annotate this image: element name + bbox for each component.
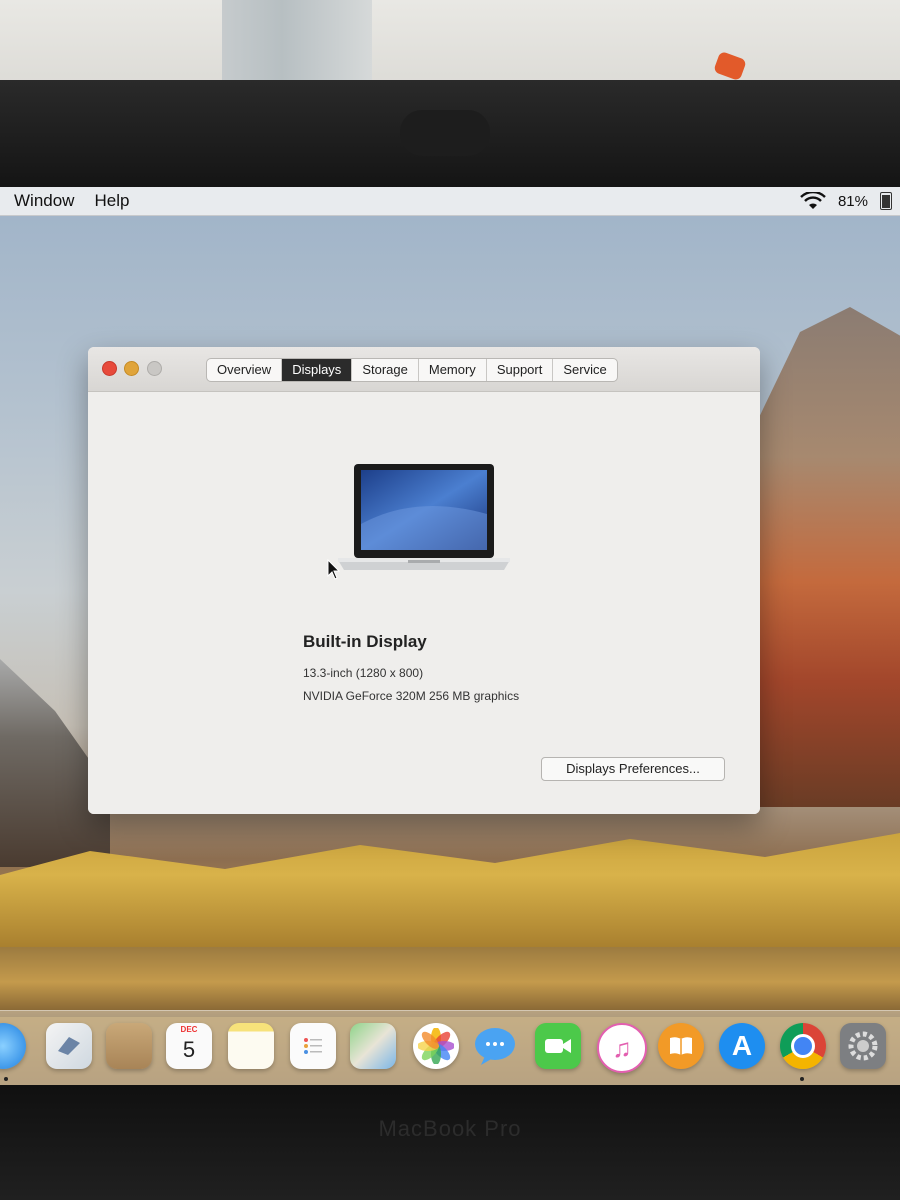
running-indicator bbox=[800, 1077, 804, 1081]
camera bbox=[400, 110, 490, 156]
tab-overview[interactable]: Overview bbox=[207, 359, 283, 381]
battery-percent[interactable]: 81% bbox=[838, 193, 868, 210]
tab-storage[interactable]: Storage bbox=[352, 359, 419, 381]
displays-preferences-button[interactable]: Displays Preferences... bbox=[541, 757, 725, 781]
calendar-icon[interactable]: DEC 5 bbox=[166, 1023, 212, 1069]
messages-icon[interactable] bbox=[473, 1023, 519, 1069]
calendar-day: 5 bbox=[182, 1037, 196, 1062]
tab-service[interactable]: Service bbox=[553, 359, 616, 381]
menu-bar: Window Help 81% bbox=[0, 187, 900, 216]
macbook-display-icon bbox=[338, 464, 510, 570]
window-titlebar[interactable]: Overview Displays Storage Memory Support… bbox=[88, 347, 760, 392]
ibooks-icon[interactable] bbox=[658, 1023, 704, 1069]
contacts-icon[interactable] bbox=[106, 1023, 152, 1069]
reminders-icon[interactable] bbox=[290, 1023, 336, 1069]
tab-support[interactable]: Support bbox=[487, 359, 554, 381]
chrome-icon[interactable] bbox=[780, 1023, 826, 1069]
brand-label: MacBook Pro bbox=[378, 1116, 522, 1141]
laptop-bezel-bottom bbox=[0, 1085, 900, 1200]
displays-panel: Built-in Display 13.3-inch (1280 x 800) … bbox=[88, 392, 760, 814]
system-preferences-icon[interactable] bbox=[840, 1023, 886, 1069]
background-door bbox=[222, 0, 372, 80]
menu-help[interactable]: Help bbox=[94, 191, 129, 211]
about-this-mac-window: Overview Displays Storage Memory Support… bbox=[88, 347, 760, 814]
photos-icon[interactable] bbox=[413, 1023, 459, 1069]
itunes-icon[interactable]: ♫ bbox=[597, 1023, 647, 1073]
mouse-cursor-icon bbox=[327, 559, 341, 580]
menu-extras: 81% bbox=[800, 187, 892, 215]
tab-memory[interactable]: Memory bbox=[419, 359, 487, 381]
minimize-button[interactable] bbox=[124, 361, 139, 376]
dock: DEC 5 ♫ A bbox=[0, 1010, 900, 1085]
battery-icon[interactable] bbox=[880, 192, 892, 210]
safari-icon[interactable] bbox=[0, 1023, 26, 1069]
close-button[interactable] bbox=[102, 361, 117, 376]
wifi-icon[interactable] bbox=[800, 192, 826, 210]
tab-displays[interactable]: Displays bbox=[282, 359, 353, 381]
display-title: Built-in Display bbox=[303, 632, 427, 651]
calendar-month: DEC bbox=[180, 1025, 198, 1034]
wallpaper-trees bbox=[0, 833, 900, 947]
running-indicator bbox=[4, 1077, 8, 1081]
wallpaper-lake bbox=[0, 947, 900, 1017]
menu-window[interactable]: Window bbox=[14, 191, 74, 211]
background-object bbox=[713, 50, 747, 82]
display-graphics: NVIDIA GeForce 320M 256 MB graphics bbox=[303, 689, 520, 703]
background-room bbox=[0, 0, 900, 90]
facetime-icon[interactable] bbox=[535, 1023, 581, 1069]
maps-icon[interactable] bbox=[350, 1023, 396, 1069]
display-size: 13.3-inch (1280 x 800) bbox=[303, 666, 424, 680]
app-store-icon[interactable]: A bbox=[719, 1023, 765, 1069]
notes-icon[interactable] bbox=[228, 1023, 274, 1069]
tab-bar: Overview Displays Storage Memory Support… bbox=[206, 358, 618, 382]
mail-icon[interactable] bbox=[46, 1023, 92, 1069]
zoom-button[interactable] bbox=[147, 361, 162, 376]
screen: Window Help 81% Overview Displays Storag… bbox=[0, 187, 900, 1085]
